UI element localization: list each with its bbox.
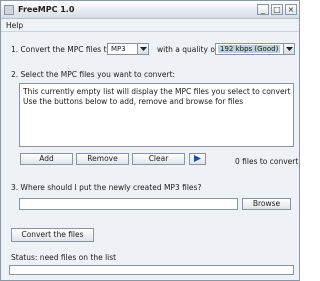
status-text: Status: need files on the list: [11, 253, 117, 262]
format-dropdown-arrow[interactable]: [137, 44, 148, 54]
close-icon[interactable]: ×: [285, 4, 297, 15]
convert-format-label: 1. Convert the MPC files to: [11, 45, 112, 54]
menu-bar: Help: [1, 19, 299, 32]
file-count: 0 files to convert: [235, 157, 299, 166]
add-button[interactable]: Add: [20, 153, 73, 165]
status-bar: [9, 265, 294, 275]
list-placeholder-line: This currently empty list will display t…: [23, 87, 291, 96]
format-select[interactable]: MP3: [107, 43, 149, 55]
list-placeholder-line: Use the buttons below to add, remove and…: [23, 97, 244, 106]
file-list[interactable]: This currently empty list will display t…: [19, 83, 294, 147]
app-window: FreeMPC 1.0 _ □ × Help 1. Convert the MP…: [0, 0, 300, 281]
output-path-field[interactable]: [19, 198, 238, 210]
chevron-down-icon: [286, 47, 293, 51]
remove-button[interactable]: Remove: [76, 153, 129, 165]
title-bar[interactable]: FreeMPC 1.0 _ □ ×: [1, 1, 299, 19]
maximize-icon[interactable]: □: [271, 4, 283, 15]
quality-dropdown-arrow[interactable]: [283, 44, 294, 54]
play-button[interactable]: [189, 153, 206, 165]
browse-button[interactable]: Browse: [242, 198, 291, 210]
quality-value: 192 kbps (Good): [218, 45, 281, 53]
format-value: MP3: [111, 45, 126, 53]
convert-files-button[interactable]: Convert the files: [11, 228, 94, 242]
quality-label: with a quality of: [157, 45, 218, 54]
app-icon: [4, 5, 14, 15]
chevron-down-icon: [140, 47, 147, 51]
quality-select[interactable]: 192 kbps (Good): [215, 43, 295, 55]
play-icon: [194, 155, 201, 162]
select-files-label: 2. Select the MPC files you want to conv…: [11, 70, 176, 79]
minimize-icon[interactable]: _: [257, 4, 269, 15]
clear-button[interactable]: Clear: [132, 153, 185, 165]
output-folder-label: 3. Where should I put the newly created …: [11, 183, 202, 192]
window-title: FreeMPC 1.0: [18, 5, 75, 14]
menu-help[interactable]: Help: [6, 21, 23, 30]
